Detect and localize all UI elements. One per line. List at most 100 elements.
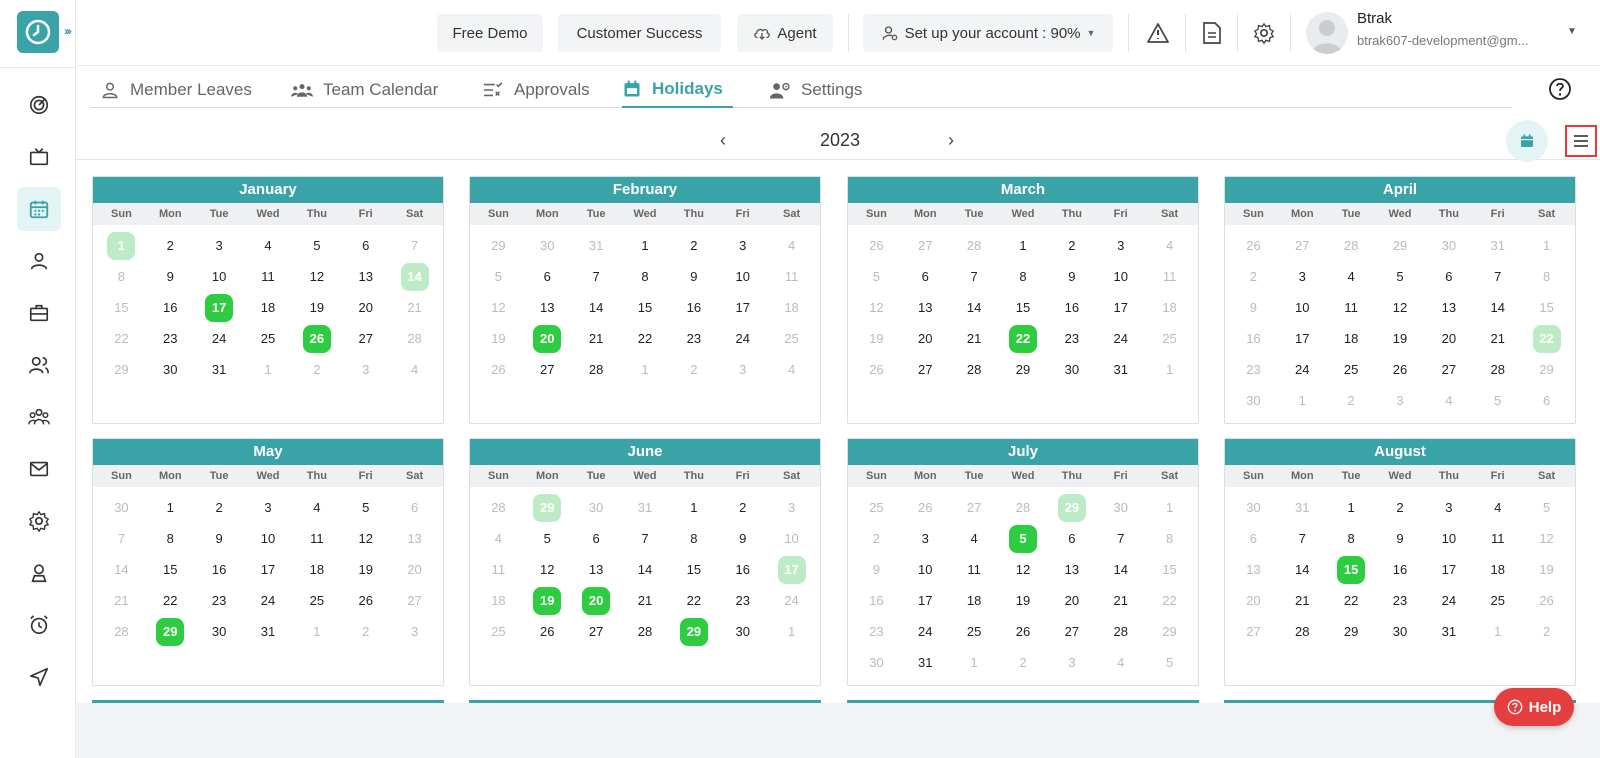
holiday-day-cell[interactable]: 29 [1047,492,1096,523]
sidebar-item-calendar[interactable] [17,187,61,231]
setup-account-dropdown[interactable]: Set up your account : 90% ▼ [863,14,1113,52]
day-number: 16 [1064,300,1080,315]
holiday-day-cell[interactable]: 15 [1327,554,1376,585]
day-number: 11 [261,269,275,284]
holiday-day-cell[interactable]: 22 [999,323,1048,354]
day-cell: 27 [572,616,621,647]
day-number: 29 [1539,362,1554,377]
next-year-icon[interactable]: › [948,130,954,151]
sidebar-item-team[interactable] [17,395,61,439]
agent-button[interactable]: Agent [737,14,833,52]
sidebar-item-mail[interactable] [17,447,61,491]
holiday-day-cell[interactable]: 26 [292,323,341,354]
question-help-icon[interactable] [1548,77,1572,101]
day-number: 1 [641,362,649,377]
day-number: 12 [1539,531,1554,546]
day-cell: 26 [1229,230,1278,261]
holiday-day-cell[interactable]: 14 [390,261,439,292]
day-number: 31 [260,624,276,639]
day-cell: 18 [950,585,999,616]
avatar[interactable] [1306,12,1348,54]
holiday-day-cell[interactable]: 29 [523,492,572,523]
day-cell: 3 [1096,230,1145,261]
holiday-day-cell[interactable]: 5 [999,523,1048,554]
sidebar-item-assets[interactable] [17,291,61,335]
sidebar-item-dashboard[interactable] [17,83,61,127]
day-cell: 20 [1424,323,1473,354]
warning-icon[interactable] [1145,20,1171,46]
prev-year-icon[interactable]: ‹ [720,130,726,151]
holiday-day-cell[interactable]: 29 [669,616,718,647]
app-logo[interactable] [17,11,59,53]
holiday-day-cell[interactable]: 20 [572,585,621,616]
user-name: Btrak [1357,10,1393,27]
day-cell: 1 [1145,492,1194,523]
day-number: 22 [114,331,129,346]
tab-team-calendar[interactable]: Team Calendar [291,72,438,108]
day-number: 28 [1343,238,1359,253]
sidebar-item-send[interactable] [17,655,61,699]
day-cell: 1 [1278,385,1327,416]
tab-holidays[interactable]: Holidays [622,72,733,108]
day-number: 16 [869,593,884,608]
day-number: 10 [1441,531,1457,546]
calendar-view-button[interactable] [1506,120,1548,162]
day-number: 29 [156,617,185,646]
sidebar-item-profile[interactable] [17,239,61,283]
day-number: 13 [358,269,373,284]
holiday-day-cell[interactable]: 17 [767,554,816,585]
sidebar-item-alarm[interactable] [17,603,61,647]
customer-success-button[interactable]: Customer Success [558,14,721,52]
day-cell: 12 [474,292,523,323]
sidebar-item-users[interactable] [17,343,61,387]
tab-approvals[interactable]: Approvals [482,72,590,108]
day-number: 5 [1008,524,1037,553]
day-cell: 26 [474,354,523,385]
day-number: 3 [739,362,747,377]
day-number: 25 [784,331,799,346]
weekday-label: Wed [633,208,657,220]
day-grid: 25 26 27 28 29 30 1 2 3 4 5 6 7 8 9 10 11 12 13 14 15 16 17 18 1… [848,487,1198,678]
day-cell: 23 [1047,323,1096,354]
day-cell: 10 [244,523,293,554]
weekday-label: Fri [358,208,373,220]
day-number: 11 [491,562,506,577]
briefcase-icon [29,304,49,322]
weekday-label: Thu [1061,208,1082,220]
sidebar-item-settings[interactable] [17,499,61,543]
document-icon[interactable] [1199,20,1225,46]
day-cell: 6 [901,261,950,292]
day-cell: 5 [292,230,341,261]
help-button[interactable]: Help [1494,688,1574,726]
holiday-day-cell[interactable]: 29 [146,616,195,647]
day-cell: 24 [195,323,244,354]
day-number: 21 [966,331,982,346]
tab-member-leaves[interactable]: Member Leaves [100,72,252,108]
day-cell: 22 [1145,585,1194,616]
day-cell: 14 [950,292,999,323]
holiday-day-cell[interactable]: 20 [523,323,572,354]
sidebar-item-tv[interactable] [17,135,61,179]
day-number: 12 [1392,300,1408,315]
holiday-day-cell[interactable]: 17 [195,292,244,323]
user-menu-chevron-icon[interactable]: ▼ [1567,26,1577,37]
expand-sidebar-icon[interactable]: ››› [64,24,72,38]
day-number: 22 [1008,324,1037,353]
settings-gear-icon[interactable] [1251,20,1277,46]
weekday-label: Mon [158,208,182,220]
holiday-day-cell[interactable]: 19 [523,585,572,616]
day-number: 24 [1441,593,1457,608]
sidebar-item-account[interactable] [17,551,61,595]
day-cell: 4 [950,523,999,554]
free-demo-button[interactable]: Free Demo [437,14,543,52]
day-number: 16 [1392,562,1408,577]
holiday-day-cell[interactable]: 1 [97,230,146,261]
weekday-label: Sat [1538,208,1556,220]
weekday-label: Wed [633,470,657,482]
holiday-day-cell[interactable]: 22 [1522,323,1571,354]
tab-settings[interactable]: Settings [769,72,862,108]
day-cell: 27 [1278,230,1327,261]
list-view-button[interactable] [1565,125,1597,157]
day-number: 1 [1019,238,1027,253]
day-cell: 20 [901,323,950,354]
